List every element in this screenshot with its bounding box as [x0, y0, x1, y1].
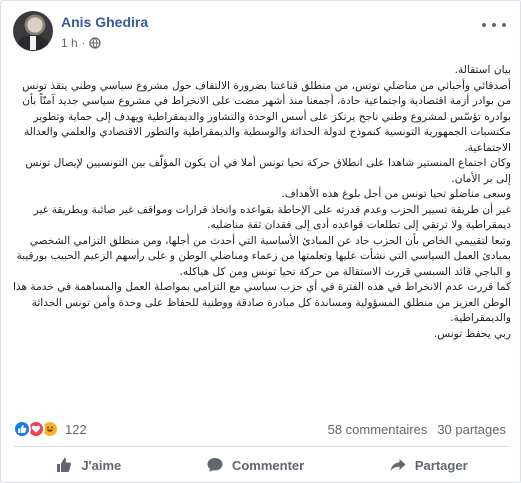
reactions-summary[interactable]: 122: [13, 420, 87, 438]
post-paragraph: كما قررت عدم الانخراط في هذه الفترة في أ…: [12, 281, 511, 324]
like-reaction-icon: [13, 420, 31, 438]
comments-count[interactable]: 58 commentaires: [328, 422, 428, 437]
like-icon: [57, 458, 72, 472]
post-paragraph: ربي يحفظ تونس.: [433, 327, 511, 340]
post-paragraph: وكان اجتماع المنستير شاهدا على انطلاق حر…: [25, 157, 511, 185]
comment-button[interactable]: Commenter: [190, 449, 320, 481]
like-button[interactable]: J'aime: [39, 449, 137, 481]
author-avatar[interactable]: [13, 11, 53, 51]
reaction-count[interactable]: 122: [65, 422, 87, 437]
post-paragraph: بيان استقالة.: [454, 64, 511, 76]
actions-divider: [13, 446, 510, 447]
like-label: J'aime: [81, 457, 122, 473]
author-name[interactable]: Anis Ghedira: [61, 14, 148, 30]
post-paragraph: وسعى مناضلو تحيا تونس من أجل بلوغ هذه ال…: [281, 188, 511, 200]
post-card: Anis Ghedira 1 h · بيان استقالة. أصدقائي…: [0, 0, 521, 483]
comment-icon: [207, 458, 223, 472]
post-body: بيان استقالة. أصدقائي وأحبائي من مناضلي …: [11, 63, 511, 413]
more-options-icon[interactable]: [482, 17, 506, 33]
share-icon: [390, 459, 406, 471]
share-label: Partager: [414, 457, 468, 473]
post-actions: J'aime Commenter Partager: [13, 448, 510, 482]
post-paragraph: وتبعا لتقييمي الخاص بأن الحزب حاد عن الم…: [16, 234, 511, 278]
meta-separator: ·: [81, 37, 86, 49]
post-header: Anis Ghedira 1 h ·: [1, 1, 521, 61]
post-meta: 1 h ·: [61, 36, 101, 50]
globe-icon[interactable]: [89, 37, 101, 49]
post-time[interactable]: 1 h: [61, 36, 78, 50]
shares-count[interactable]: 30 partages: [437, 422, 506, 437]
post-paragraph: غير أن طريقة تسيير الحزب وعدم قدرته على …: [33, 203, 511, 232]
share-button[interactable]: Partager: [373, 449, 484, 481]
post-stats: 58 commentaires 30 partages: [328, 422, 506, 437]
avatar-shirt: [30, 36, 36, 50]
post-paragraph: أصدقائي وأحبائي من مناضلي تونس، من منطلق…: [22, 79, 511, 154]
comment-label: Commenter: [231, 457, 305, 473]
